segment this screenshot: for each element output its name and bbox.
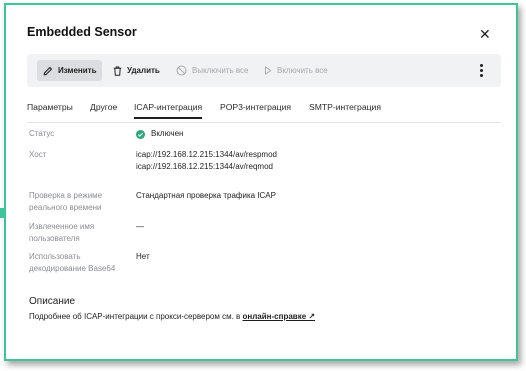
status-value: Включен — [136, 128, 183, 140]
dialog-title: Embedded Sensor — [27, 25, 137, 39]
description-text: Подробнее об ICAP-интеграции с прокси-се… — [29, 312, 315, 321]
toolbar: Изменить Удалить Выключить все Включить … — [27, 54, 501, 87]
realtime-check-value: Стандартная проверка трафика ICAP — [136, 191, 276, 200]
tab-smtp[interactable]: SMTP-интеграция — [309, 102, 381, 112]
base64-label-line2: декодирование Base64 — [29, 264, 116, 273]
realtime-check-label-line2: реального времени — [29, 203, 102, 212]
edit-button[interactable]: Изменить — [37, 60, 103, 81]
online-help-link[interactable]: онлайн-справке ↗ — [243, 312, 316, 321]
check-circle-icon — [136, 129, 145, 139]
disable-all-label: Выключить все — [192, 66, 249, 75]
base64-value: Нет — [136, 252, 150, 261]
close-icon[interactable]: ✕ — [479, 27, 491, 41]
base64-label-line1: Использовать — [29, 252, 81, 261]
pencil-icon — [43, 66, 53, 75]
tab-parameters[interactable]: Параметры — [27, 102, 73, 112]
frame-edge-marker — [0, 208, 4, 218]
enable-all-label: Включить все — [277, 66, 328, 75]
tab-icap[interactable]: ICAP-интеграция — [134, 102, 203, 119]
disable-all-button[interactable]: Выключить все — [170, 60, 254, 81]
edit-button-label: Изменить — [58, 66, 97, 75]
status-label: Статус — [29, 129, 55, 138]
enable-all-button[interactable]: Включить все — [258, 60, 334, 81]
description-title: Описание — [29, 296, 76, 307]
host-label: Хост — [29, 150, 47, 159]
play-icon — [265, 66, 272, 75]
description-body: Подробнее об ICAP-интеграции с прокси-се… — [29, 312, 243, 321]
extracted-user-value: — — [136, 222, 144, 231]
dialog-frame: Embedded Sensor ✕ Изменить Удалить Выклю… — [4, 3, 518, 361]
more-icon[interactable] — [478, 63, 486, 79]
realtime-check-label-line1: Проверка в режиме — [29, 191, 103, 200]
trash-icon — [113, 66, 122, 76]
delete-button-label: Удалить — [127, 66, 160, 75]
extracted-user-label-line1: Извлеченное имя — [29, 222, 95, 231]
delete-button[interactable]: Удалить — [107, 60, 166, 81]
tab-bar: Параметры Другое ICAP-интеграция POP3-ин… — [6, 102, 516, 124]
host-value-reqmod: icap://192.168.12.215:1344/av/reqmod — [136, 162, 273, 171]
tab-other[interactable]: Другое — [90, 102, 117, 112]
status-text: Включен — [151, 129, 184, 138]
host-value-respmod: icap://192.168.12.215:1344/av/respmod — [136, 150, 277, 159]
tab-pop3[interactable]: POP3-интеграция — [220, 102, 291, 112]
tabs-divider — [27, 122, 501, 123]
extracted-user-label-line2: пользователя — [29, 234, 80, 243]
block-icon — [176, 65, 187, 76]
